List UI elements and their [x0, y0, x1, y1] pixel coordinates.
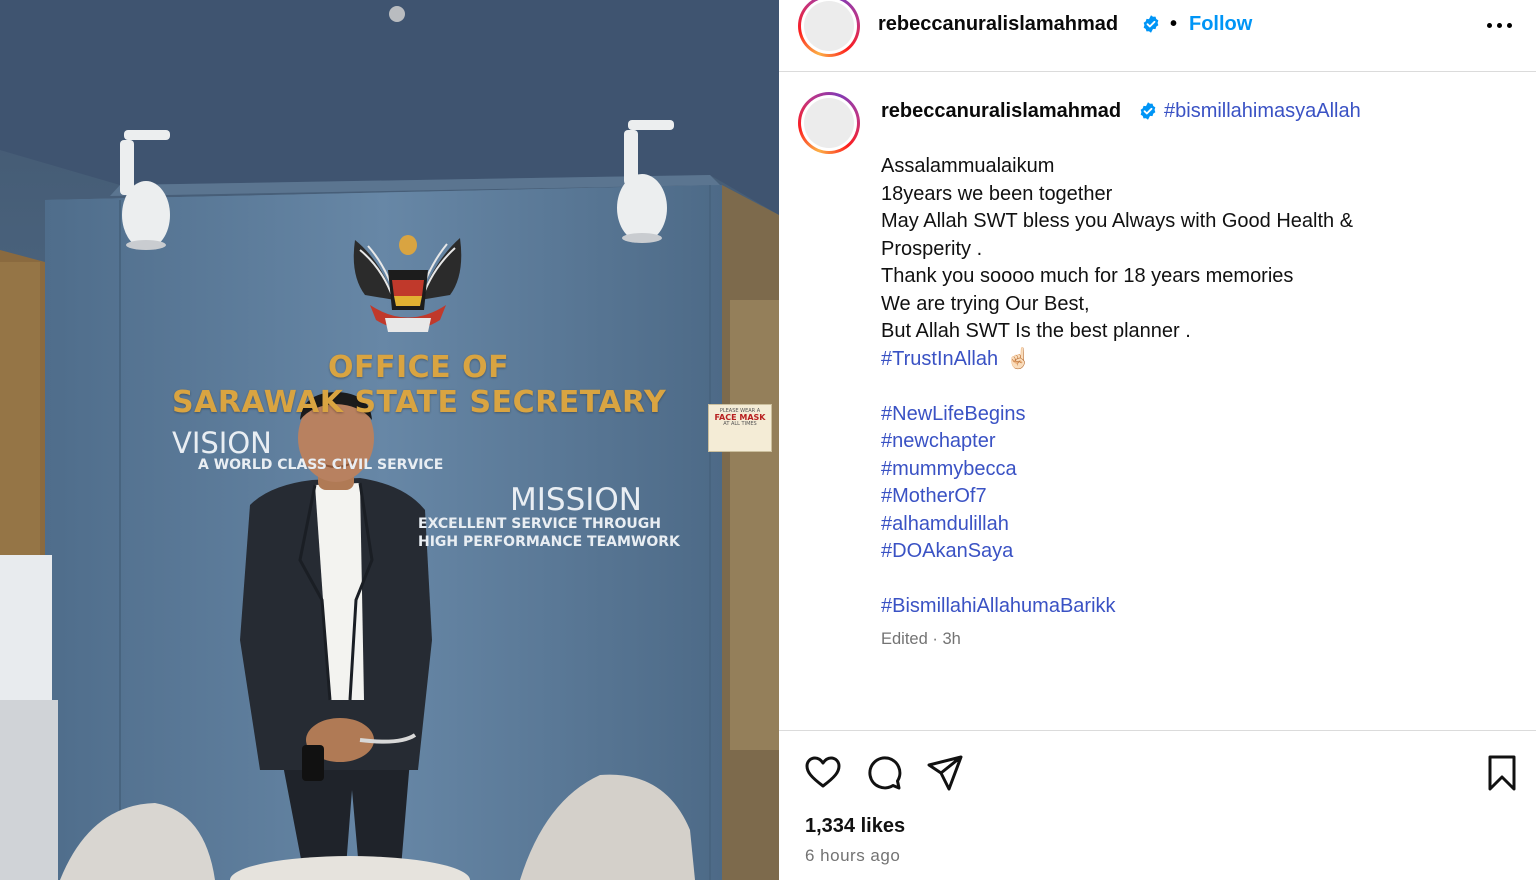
- mask-sign-line-3: AT ALL TIMES: [723, 421, 757, 427]
- photo-scene: [0, 0, 779, 880]
- caption-text: Assalammualaikum 18years we been together…: [881, 153, 1501, 621]
- caption-line-text: Thank you soooo much for 18 years memori…: [881, 265, 1294, 287]
- hashtag-link[interactable]: #NewLifeBegins: [881, 403, 1026, 425]
- caption-line: Prosperity .: [881, 236, 1501, 264]
- caption-line: Thank you soooo much for 18 years memori…: [881, 263, 1501, 291]
- caption-line: We are trying Our Best,: [881, 291, 1501, 319]
- caption-hashtag: #mummybecca: [881, 456, 1501, 484]
- caption-hashtag: #DOAkanSaya: [881, 538, 1501, 566]
- caption-line: [881, 566, 1501, 594]
- caption-line: But Allah SWT Is the best planner .: [881, 318, 1501, 346]
- hashtag-link[interactable]: #TrustInAllah: [881, 348, 998, 370]
- hashtag-link[interactable]: #newchapter: [881, 430, 996, 452]
- header-username[interactable]: rebeccanuralislamahmad: [878, 13, 1118, 36]
- sign-state-secretary: SARAWAK STATE SECRETARY: [172, 385, 667, 420]
- action-bar: 1,334 likes 6 hours ago: [779, 730, 1536, 880]
- caption-line-text: But Allah SWT Is the best planner .: [881, 320, 1191, 342]
- likes-count[interactable]: 1,334 likes: [805, 815, 905, 838]
- caption-avatar[interactable]: [798, 92, 860, 154]
- caption-hashtag-first[interactable]: #bismillahimasyaAllah: [1164, 100, 1361, 123]
- caption-line: May Allah SWT bless you Always with Good…: [881, 208, 1501, 236]
- more-horizontal-icon[interactable]: [1479, 10, 1519, 40]
- hashtag-link[interactable]: #MotherOf7: [881, 485, 987, 507]
- caption-line-text: May Allah SWT bless you Always with Good…: [881, 210, 1354, 232]
- sign-mission-text-2: HIGH PERFORMANCE TEAMWORK: [418, 534, 680, 550]
- avatar-image: [804, 1, 854, 51]
- caption-hashtag: #MotherOf7: [881, 483, 1501, 511]
- post-header: rebeccanuralislamahmad • Follow: [779, 0, 1536, 72]
- caption-hashtag: #TrustInAllah ☝🏻: [881, 346, 1501, 374]
- face-mask-sign: PLEASE WEAR A FACE MASK AT ALL TIMES: [708, 404, 772, 452]
- caption-line-text: 18years we been together: [881, 182, 1113, 205]
- sign-vision-text: A WORLD CLASS CIVIL SERVICE: [198, 457, 444, 473]
- caption-line: 18years we been together: [881, 181, 1501, 209]
- share-icon[interactable]: [925, 753, 965, 793]
- caption-hashtag: #BismillahiAllahumaBarikk: [881, 593, 1501, 621]
- caption-username[interactable]: rebeccanuralislamahmad: [881, 100, 1121, 123]
- sign-vision-title: VISION: [172, 426, 272, 460]
- post-photo[interactable]: OFFICE OF SARAWAK STATE SECRETARY VISION…: [0, 0, 779, 880]
- post-details-pane: rebeccanuralislamahmad • Follow rebeccan…: [779, 0, 1536, 880]
- caption-line-text: Prosperity .: [881, 237, 983, 260]
- caption-line: [881, 373, 1501, 401]
- avatar[interactable]: [798, 0, 860, 57]
- caption-line: Assalammualaikum: [881, 153, 1501, 181]
- hashtag-link[interactable]: #DOAkanSaya: [881, 540, 1013, 562]
- caption-hashtag: #NewLifeBegins: [881, 401, 1501, 429]
- sign-mission-title: MISSION: [510, 482, 642, 518]
- hashtag-link[interactable]: #alhamdulillah: [881, 513, 1009, 535]
- header-separator: •: [1170, 13, 1178, 35]
- caption-hashtag: #newchapter: [881, 428, 1501, 456]
- follow-button[interactable]: Follow: [1189, 13, 1252, 36]
- bookmark-icon[interactable]: [1482, 753, 1522, 793]
- caption-line-text: Assalammualaikum: [881, 155, 1055, 177]
- sign-mission-text-1: EXCELLENT SERVICE THROUGH: [418, 516, 661, 532]
- caption-line-text: We are trying Our Best,: [881, 292, 1090, 315]
- verified-badge-icon: [1143, 15, 1159, 33]
- caption-verified-badge-icon: [1140, 102, 1156, 120]
- hashtag-link[interactable]: #BismillahiAllahumaBarikk: [881, 595, 1116, 617]
- sign-office-of: OFFICE OF: [328, 350, 510, 385]
- heart-icon[interactable]: [803, 753, 843, 793]
- comment-icon[interactable]: [864, 753, 904, 793]
- post-timestamp[interactable]: 6 hours ago: [805, 846, 900, 866]
- pointing-up-emoji-icon: ☝🏻: [1006, 347, 1031, 370]
- hashtag-link[interactable]: #mummybecca: [881, 458, 1017, 480]
- edited-meta: Edited · 3h: [881, 630, 961, 648]
- caption-hashtag: #alhamdulillah: [881, 511, 1501, 539]
- caption-avatar-image: [804, 98, 854, 148]
